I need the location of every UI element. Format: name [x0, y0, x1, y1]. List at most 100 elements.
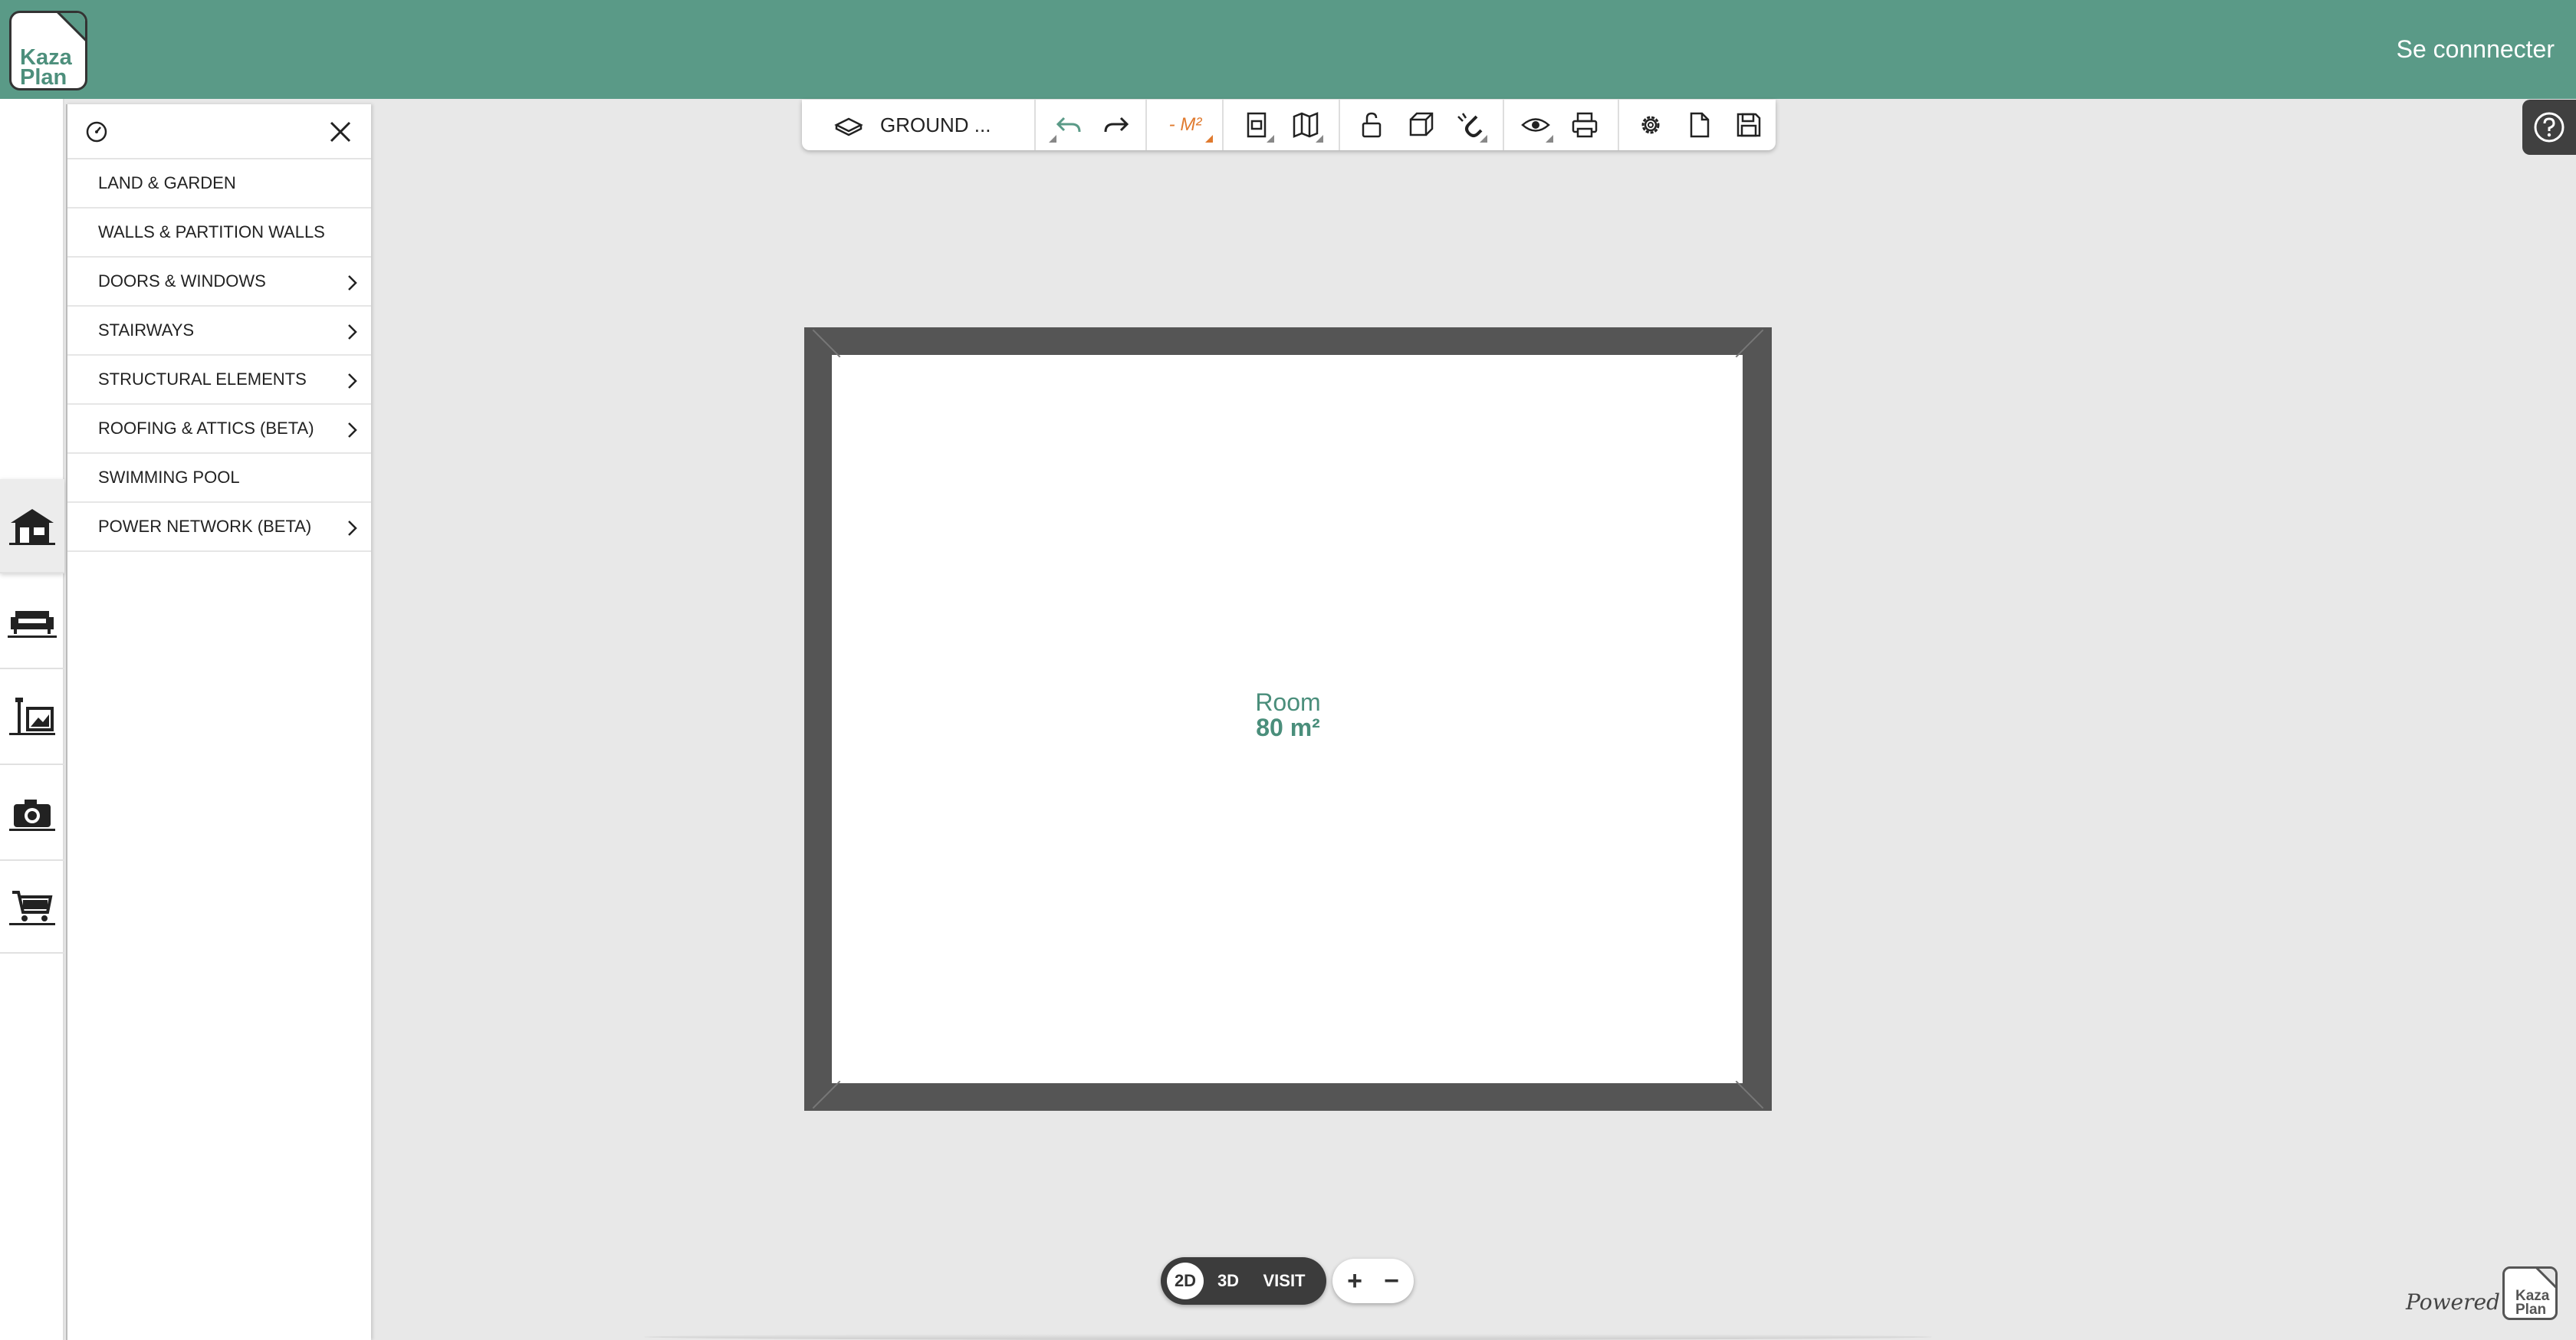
toolbar-separator: [1618, 100, 1619, 150]
logo-corner-fold: [2535, 1269, 2555, 1289]
room-label[interactable]: Room 80 m²: [1225, 690, 1351, 741]
dropdown-corner-icon: [1205, 135, 1213, 143]
chevron-right-icon: [348, 422, 357, 438]
zoom-controls: + −: [1332, 1259, 1414, 1303]
menu-header: [67, 104, 371, 159]
lamp-painting-icon: [9, 697, 55, 735]
toolbar-separator: [1503, 100, 1504, 150]
menu-item[interactable]: ROOFING & ATTICS (BETA): [67, 405, 371, 454]
print-button[interactable]: [1566, 106, 1604, 144]
kazaplan-logo[interactable]: Kaza Plan: [9, 11, 87, 90]
magnet-button[interactable]: [1451, 106, 1489, 144]
view-visit-button[interactable]: VISIT: [1250, 1263, 1319, 1299]
gear-icon: [1641, 116, 1660, 134]
chevron-right-icon: [348, 373, 357, 389]
menu-item[interactable]: LAND & GARDEN: [67, 159, 371, 209]
menu-item[interactable]: DOORS & WINDOWS: [67, 258, 371, 307]
question-mark-icon: [2534, 112, 2564, 143]
chevron-right-icon: [348, 275, 357, 291]
dropdown-corner-icon: [1316, 135, 1323, 143]
redo-button[interactable]: [1098, 106, 1136, 144]
menu-item-label: DOORS & WINDOWS: [98, 271, 266, 291]
undo-icon: [1056, 117, 1081, 133]
menu-item-label: POWER NETWORK (BETA): [98, 517, 312, 536]
3d-box-button[interactable]: [1401, 106, 1440, 144]
camera-icon: [9, 799, 55, 831]
menu-item[interactable]: STAIRWAYS: [67, 307, 371, 356]
logo-corner-fold: [57, 13, 85, 41]
login-link[interactable]: Se connnecter: [2397, 35, 2555, 64]
floor-level-icon: [834, 117, 863, 136]
bottom-shadow: [644, 1334, 1932, 1340]
wall-corner-line: [1735, 1080, 1764, 1109]
menu-item[interactable]: POWER NETWORK (BETA): [67, 503, 371, 552]
menu-item[interactable]: WALLS & PARTITION WALLS: [67, 209, 371, 258]
printer-icon: [1572, 112, 1598, 138]
zoom-in-button[interactable]: +: [1336, 1262, 1374, 1300]
settings-button[interactable]: [1631, 106, 1670, 144]
view-2d-button[interactable]: 2D: [1167, 1263, 1204, 1299]
close-icon[interactable]: [327, 118, 354, 146]
level-label: GROUND ...: [880, 113, 991, 136]
unlock-icon: [1362, 112, 1382, 138]
area-units-button[interactable]: - M²: [1156, 106, 1214, 144]
redo-icon: [1104, 117, 1129, 133]
rail-shop-button[interactable]: [0, 859, 64, 954]
logo-text-line2: Plan: [20, 65, 67, 90]
level-button[interactable]: [820, 106, 877, 144]
rail-photo-button[interactable]: [0, 767, 64, 861]
toolbar-separator: [1034, 100, 1036, 150]
toolbar-separator: [1145, 100, 1147, 150]
save-button[interactable]: [1730, 106, 1768, 144]
rail-building-button[interactable]: [0, 479, 64, 573]
sofa-icon: [8, 610, 57, 638]
menu-item-label: ROOFING & ATTICS (BETA): [98, 419, 314, 438]
new-plan-button[interactable]: [1681, 106, 1719, 144]
level-selector[interactable]: GROUND ...: [880, 106, 1058, 144]
left-rail: [0, 99, 64, 1340]
floppy-disk-icon: [1737, 113, 1761, 137]
menu-item[interactable]: STRUCTURAL ELEMENTS: [67, 356, 371, 405]
house-icon: [9, 508, 55, 545]
chevron-right-icon: [348, 521, 357, 536]
chevron-right-icon: [348, 324, 357, 340]
dropdown-corner-icon: [1480, 135, 1487, 143]
menu-list: LAND & GARDEN WALLS & PARTITION WALLS DOOR…: [67, 159, 371, 552]
undo-button[interactable]: [1049, 106, 1087, 144]
dropdown-corner-icon: [1267, 135, 1274, 143]
plan-document-button[interactable]: [1237, 106, 1276, 144]
compass-icon[interactable]: [84, 120, 109, 144]
view-3d-button[interactable]: 3D: [1210, 1263, 1247, 1299]
visibility-button[interactable]: [1516, 106, 1555, 144]
footer-logo-line2: Plan: [2515, 1302, 2547, 1318]
toolbar-separator: [1222, 100, 1224, 150]
toolbar-separator: [1339, 100, 1340, 150]
room-area: 80 m²: [1256, 714, 1320, 741]
cart-icon: [9, 890, 55, 925]
category-menu: LAND & GARDEN WALLS & PARTITION WALLS DOOR…: [66, 104, 371, 1340]
menu-item-label: SWIMMING POOL: [98, 468, 240, 487]
lock-button[interactable]: [1352, 106, 1391, 144]
menu-item-label: STRUCTURAL ELEMENTS: [98, 369, 307, 389]
area-units-label: - M²: [1168, 114, 1202, 135]
main-toolbar: GROUND ... - M²: [802, 100, 1776, 150]
rail-furniture-button[interactable]: [0, 575, 64, 669]
view-mode-switch: 2D 3D VISIT: [1161, 1257, 1326, 1305]
map-button[interactable]: [1286, 106, 1325, 144]
menu-item-label: LAND & GARDEN: [98, 173, 236, 192]
dropdown-corner-icon: [1546, 135, 1553, 143]
help-button[interactable]: [2522, 100, 2576, 155]
menu-item-label: STAIRWAYS: [98, 320, 195, 340]
menu-item-label: WALLS & PARTITION WALLS: [98, 222, 325, 241]
app-header: Kaza Plan Se connnecter: [0, 0, 2576, 99]
rail-decoration-button[interactable]: [0, 671, 64, 765]
room-name: Room: [1255, 688, 1321, 716]
new-file-icon: [1690, 112, 1710, 138]
wall-corner-line: [812, 1080, 841, 1109]
wall-corner-line: [812, 329, 841, 358]
cube-icon: [1409, 112, 1434, 136]
menu-item[interactable]: SWIMMING POOL: [67, 454, 371, 503]
wall-corner-line: [1735, 329, 1764, 358]
zoom-out-button[interactable]: −: [1372, 1262, 1411, 1300]
footer-kazaplan-logo[interactable]: Kaza Plan: [2502, 1266, 2558, 1320]
